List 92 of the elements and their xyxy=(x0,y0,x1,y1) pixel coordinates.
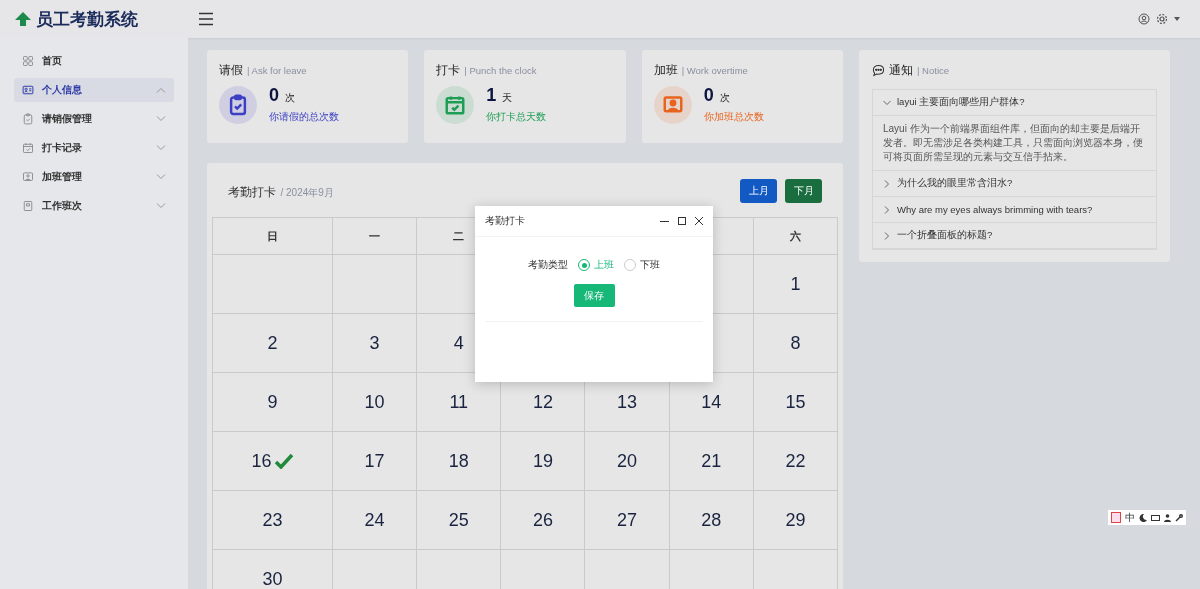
input-method-icon[interactable] xyxy=(1111,512,1121,523)
accordion-header[interactable]: 一个折叠面板的标题? xyxy=(873,223,1156,249)
day-cell[interactable]: 27 xyxy=(585,491,670,550)
close-icon[interactable] xyxy=(695,217,703,225)
day-cell[interactable]: 8 xyxy=(753,314,838,373)
nav-item[interactable]: 工作班次 xyxy=(14,194,174,218)
nav-item[interactable]: 加班管理 xyxy=(14,165,174,189)
stat-unit: 天 xyxy=(502,91,513,105)
day-cell[interactable]: 19 xyxy=(501,432,586,491)
day-cell[interactable]: 16 xyxy=(213,432,333,491)
nav-item[interactable]: 打卡记录 xyxy=(14,136,174,160)
day-cell[interactable]: 10 xyxy=(333,373,418,432)
day-cell[interactable]: 21 xyxy=(669,432,754,491)
card-subtitle: | Punch the clock xyxy=(464,65,537,76)
nav-item[interactable]: 个人信息 xyxy=(14,78,174,102)
chevron-right-icon xyxy=(883,205,891,214)
day-cell[interactable]: 9 xyxy=(213,373,333,432)
day-cell[interactable]: 15 xyxy=(753,373,838,432)
field-label: 考勤类型 xyxy=(528,258,568,272)
stat-caption: 你加班总次数 xyxy=(703,111,764,122)
weekday-label: 一 xyxy=(369,228,381,244)
day-cell[interactable]: 26 xyxy=(501,491,586,550)
day-cell[interactable]: 18 xyxy=(417,432,502,491)
language-indicator[interactable]: 中 xyxy=(1125,510,1135,525)
weekday-label: 日 xyxy=(267,228,278,244)
chevron-down-icon xyxy=(156,116,166,122)
arrow-up-logo-icon xyxy=(14,11,32,27)
chevron-down-icon xyxy=(156,145,166,151)
app-title: 员工考勤系统 xyxy=(36,8,138,31)
keyboard-icon[interactable] xyxy=(1151,514,1160,521)
day-cell[interactable]: 1 xyxy=(753,255,838,314)
card-title: 打卡 xyxy=(436,62,461,79)
next-month-button[interactable]: 下月 xyxy=(785,179,822,203)
stat-value: 0 xyxy=(269,85,279,106)
chevron-right-icon xyxy=(883,231,891,240)
accordion-header[interactable]: Why are my eyes always brimming with tears? xyxy=(873,197,1156,223)
day-cell[interactable]: 24 xyxy=(333,491,418,550)
checkmark-icon xyxy=(273,453,294,469)
wrench-icon[interactable] xyxy=(1175,513,1183,522)
nav-item[interactable]: 请销假管理 xyxy=(14,107,174,131)
card-title: 加班 xyxy=(653,62,678,79)
calendar-check-icon xyxy=(22,142,34,154)
day-cell[interactable]: 25 xyxy=(417,491,502,550)
maximize-icon[interactable] xyxy=(678,217,686,225)
moon-icon[interactable] xyxy=(1139,513,1147,522)
stat-unit: 次 xyxy=(285,91,295,105)
accordion-header[interactable]: layui 主要面向哪些用户群体? xyxy=(873,90,1156,116)
day-cell[interactable]: 22 xyxy=(753,432,838,491)
chevron-down-icon xyxy=(156,203,166,209)
stat-caption: 你打卡总天数 xyxy=(486,111,547,122)
caret-icon[interactable] xyxy=(1174,17,1180,21)
notice-title: 通知 xyxy=(889,62,913,79)
nav-item[interactable]: 首页 xyxy=(14,49,174,73)
id-card-icon xyxy=(22,84,34,96)
weekday-label: 六 xyxy=(789,228,801,244)
stat-caption: 你请假的总次数 xyxy=(269,111,339,122)
document-icon xyxy=(22,200,34,212)
card-title: 请假 xyxy=(219,62,243,79)
day-cell[interactable]: 28 xyxy=(669,491,754,550)
card-subtitle: | Work overtime xyxy=(681,65,748,76)
stat-unit: 次 xyxy=(719,91,730,105)
chevron-right-icon xyxy=(883,179,891,188)
menu-button[interactable] xyxy=(196,10,216,28)
day-cell[interactable]: 20 xyxy=(585,432,670,491)
day-cell[interactable]: 17 xyxy=(333,432,418,491)
clipboard-icon xyxy=(22,113,34,125)
chevron-up-icon xyxy=(156,87,166,93)
chat-bubble-icon xyxy=(872,64,885,77)
day-cell[interactable]: 30 xyxy=(213,550,333,589)
dialog-title: 考勤打卡 xyxy=(485,214,525,228)
day-cell[interactable]: 29 xyxy=(753,491,838,550)
calendar-month: / 2024年9月 xyxy=(280,186,334,198)
settings-icon[interactable] xyxy=(1156,13,1168,25)
presenter-icon xyxy=(22,171,34,183)
calendar-title: 考勤打卡 xyxy=(228,184,276,199)
accordion-content: Layui 作为一个前端界面组件库，但面向的却主要是后端开发者。即无需涉足各类构建工具，只需面向浏览器本身，便可将页面所需呈现的元素与交互信手拈来。 xyxy=(873,116,1156,171)
chevron-down-icon xyxy=(156,174,166,180)
user-icon[interactable] xyxy=(1138,13,1150,25)
stat-value: 1 xyxy=(486,85,497,106)
stat-value: 0 xyxy=(703,85,714,106)
radio-option[interactable]: 下班 xyxy=(624,258,660,272)
day-cell[interactable]: 23 xyxy=(213,491,333,550)
previous-month-button[interactable]: 上月 xyxy=(740,179,777,203)
chevron-down-icon xyxy=(883,98,891,107)
card-subtitle: | Ask for leave xyxy=(247,65,307,76)
notice-subtitle: | Notice xyxy=(917,65,950,76)
grid-icon xyxy=(22,55,34,67)
day-cell[interactable]: 3 xyxy=(333,314,418,373)
day-cell[interactable]: 2 xyxy=(213,314,333,373)
person-icon[interactable] xyxy=(1164,513,1171,522)
accordion-header[interactable]: 为什么我的眼里常含泪水? xyxy=(873,171,1156,197)
weekday-label: 二 xyxy=(453,228,465,244)
